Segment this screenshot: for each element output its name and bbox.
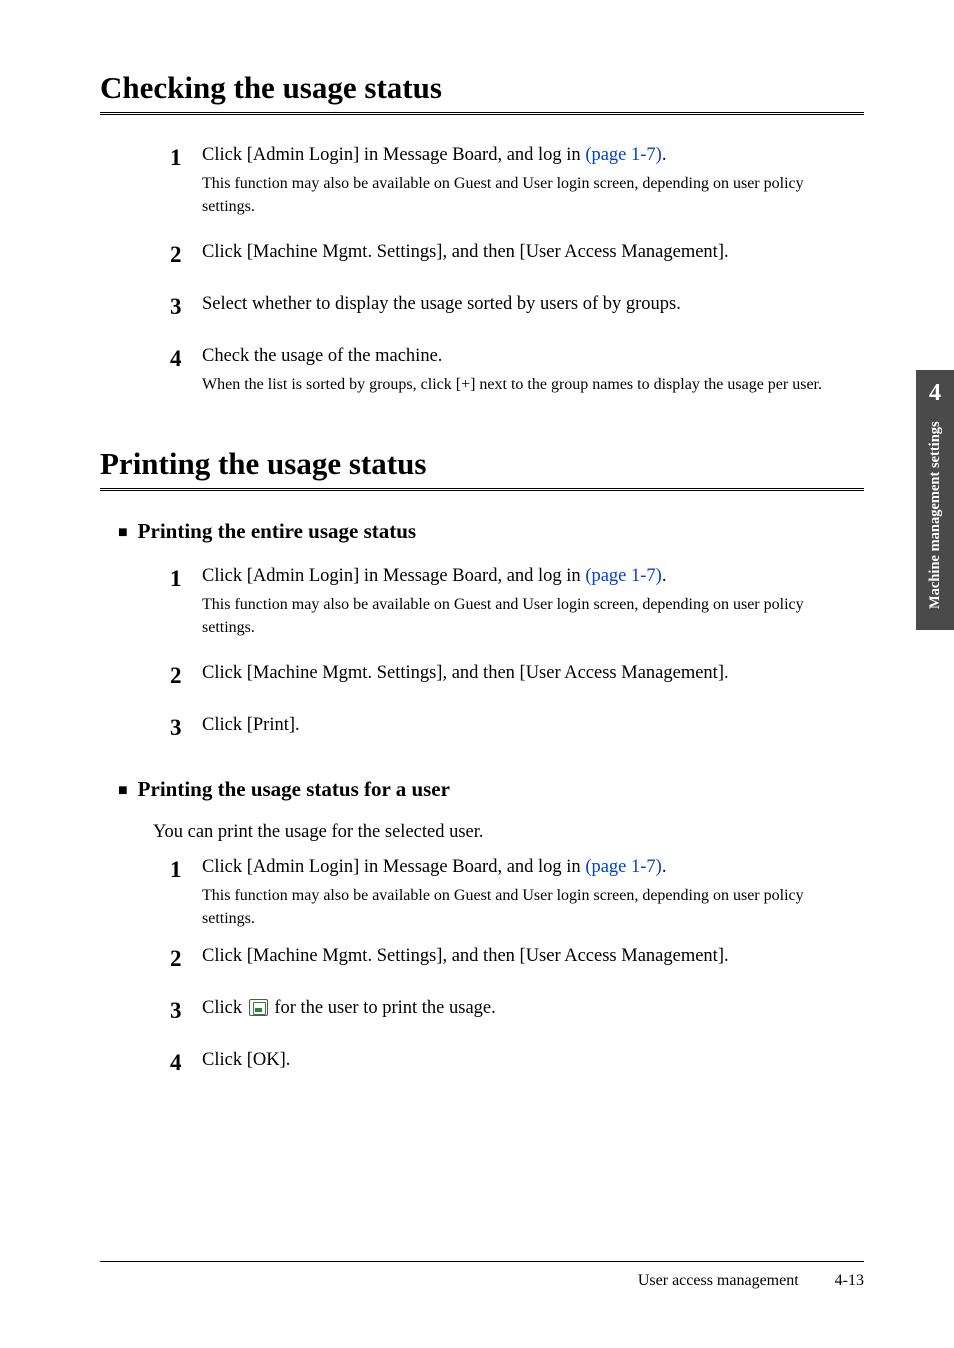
footer-page-number: 4-13 xyxy=(835,1272,864,1290)
page-link[interactable]: (page 1-7) xyxy=(585,857,662,877)
footer-section: User access management xyxy=(638,1272,799,1290)
step-number: 3 xyxy=(170,713,198,743)
entire-step-2: 2 Click [Machine Mgmt. Settings], and th… xyxy=(170,661,854,691)
step-number: 4 xyxy=(170,1048,198,1078)
step-number: 4 xyxy=(170,344,198,374)
step-text: Click [Machine Mgmt. Settings], and then… xyxy=(202,240,854,266)
step-subtext: This function may also be available on G… xyxy=(202,884,854,930)
text-part: for the user to print the usage. xyxy=(270,998,496,1018)
heading-checking-usage: Checking the usage status xyxy=(100,70,864,115)
step-text: Click [Admin Login] in Message Board, an… xyxy=(202,143,854,169)
page-link[interactable]: (page 1-7) xyxy=(585,145,662,165)
step-subtext: When the list is sorted by groups, click… xyxy=(202,373,854,396)
text-part: Click xyxy=(202,998,247,1018)
checking-step-1: 1 Click [Admin Login] in Message Board, … xyxy=(170,143,854,218)
subsection-entire-heading: ■ Printing the entire usage status xyxy=(118,519,864,544)
entire-step-3: 3 Click [Print]. xyxy=(170,713,854,743)
subsection-title: Printing the usage status for a user xyxy=(138,777,450,802)
checking-step-3: 3 Select whether to display the usage so… xyxy=(170,292,854,322)
checking-step-2: 2 Click [Machine Mgmt. Settings], and th… xyxy=(170,240,854,270)
step-number: 3 xyxy=(170,292,198,322)
step-number: 2 xyxy=(170,944,198,974)
step-text: Click for the user to print the usage. xyxy=(202,996,854,1022)
intro-text: You can print the usage for the selected… xyxy=(153,822,864,843)
user-step-3: 3 Click for the user to print the usage. xyxy=(170,996,854,1026)
step-text: Click [Machine Mgmt. Settings], and then… xyxy=(202,944,854,970)
heading-printing-usage: Printing the usage status xyxy=(100,446,864,491)
text-part: Click [Admin Login] in Message Board, an… xyxy=(202,145,585,165)
step-text: Select whether to display the usage sort… xyxy=(202,292,854,318)
user-step-1: 1 Click [Admin Login] in Message Board, … xyxy=(170,855,854,930)
page-footer: User access management 4-13 xyxy=(100,1261,864,1290)
chapter-label: Machine management settings xyxy=(927,413,944,623)
user-step-4: 4 Click [OK]. xyxy=(170,1048,854,1078)
subsection-title: Printing the entire usage status xyxy=(138,519,416,544)
step-text: Click [Print]. xyxy=(202,713,854,739)
step-number: 2 xyxy=(170,661,198,691)
step-text: Check the usage of the machine. xyxy=(202,344,854,370)
text-part: . xyxy=(662,145,667,165)
text-part: . xyxy=(662,857,667,877)
user-step-2: 2 Click [Machine Mgmt. Settings], and th… xyxy=(170,944,854,974)
step-number: 3 xyxy=(170,996,198,1026)
step-text: Click [Admin Login] in Message Board, an… xyxy=(202,855,854,881)
text-part: . xyxy=(662,566,667,586)
step-subtext: This function may also be available on G… xyxy=(202,593,854,639)
step-subtext: This function may also be available on G… xyxy=(202,172,854,218)
bullet-icon: ■ xyxy=(118,782,128,800)
chapter-number: 4 xyxy=(916,370,954,413)
step-text: Click [OK]. xyxy=(202,1048,854,1074)
entire-step-1: 1 Click [Admin Login] in Message Board, … xyxy=(170,564,854,639)
checking-step-4: 4 Check the usage of the machine. When t… xyxy=(170,344,854,396)
page-link[interactable]: (page 1-7) xyxy=(585,566,662,586)
text-part: Click [Admin Login] in Message Board, an… xyxy=(202,566,585,586)
text-part: Click [Admin Login] in Message Board, an… xyxy=(202,857,585,877)
step-text: Click [Machine Mgmt. Settings], and then… xyxy=(202,661,854,687)
subsection-user-heading: ■ Printing the usage status for a user xyxy=(118,777,864,802)
step-number: 1 xyxy=(170,564,198,594)
step-number: 1 xyxy=(170,855,198,885)
bullet-icon: ■ xyxy=(118,524,128,542)
step-number: 2 xyxy=(170,240,198,270)
print-icon xyxy=(249,999,268,1016)
step-text: Click [Admin Login] in Message Board, an… xyxy=(202,564,854,590)
chapter-tab: 4 Machine management settings xyxy=(916,370,954,630)
step-number: 1 xyxy=(170,143,198,173)
